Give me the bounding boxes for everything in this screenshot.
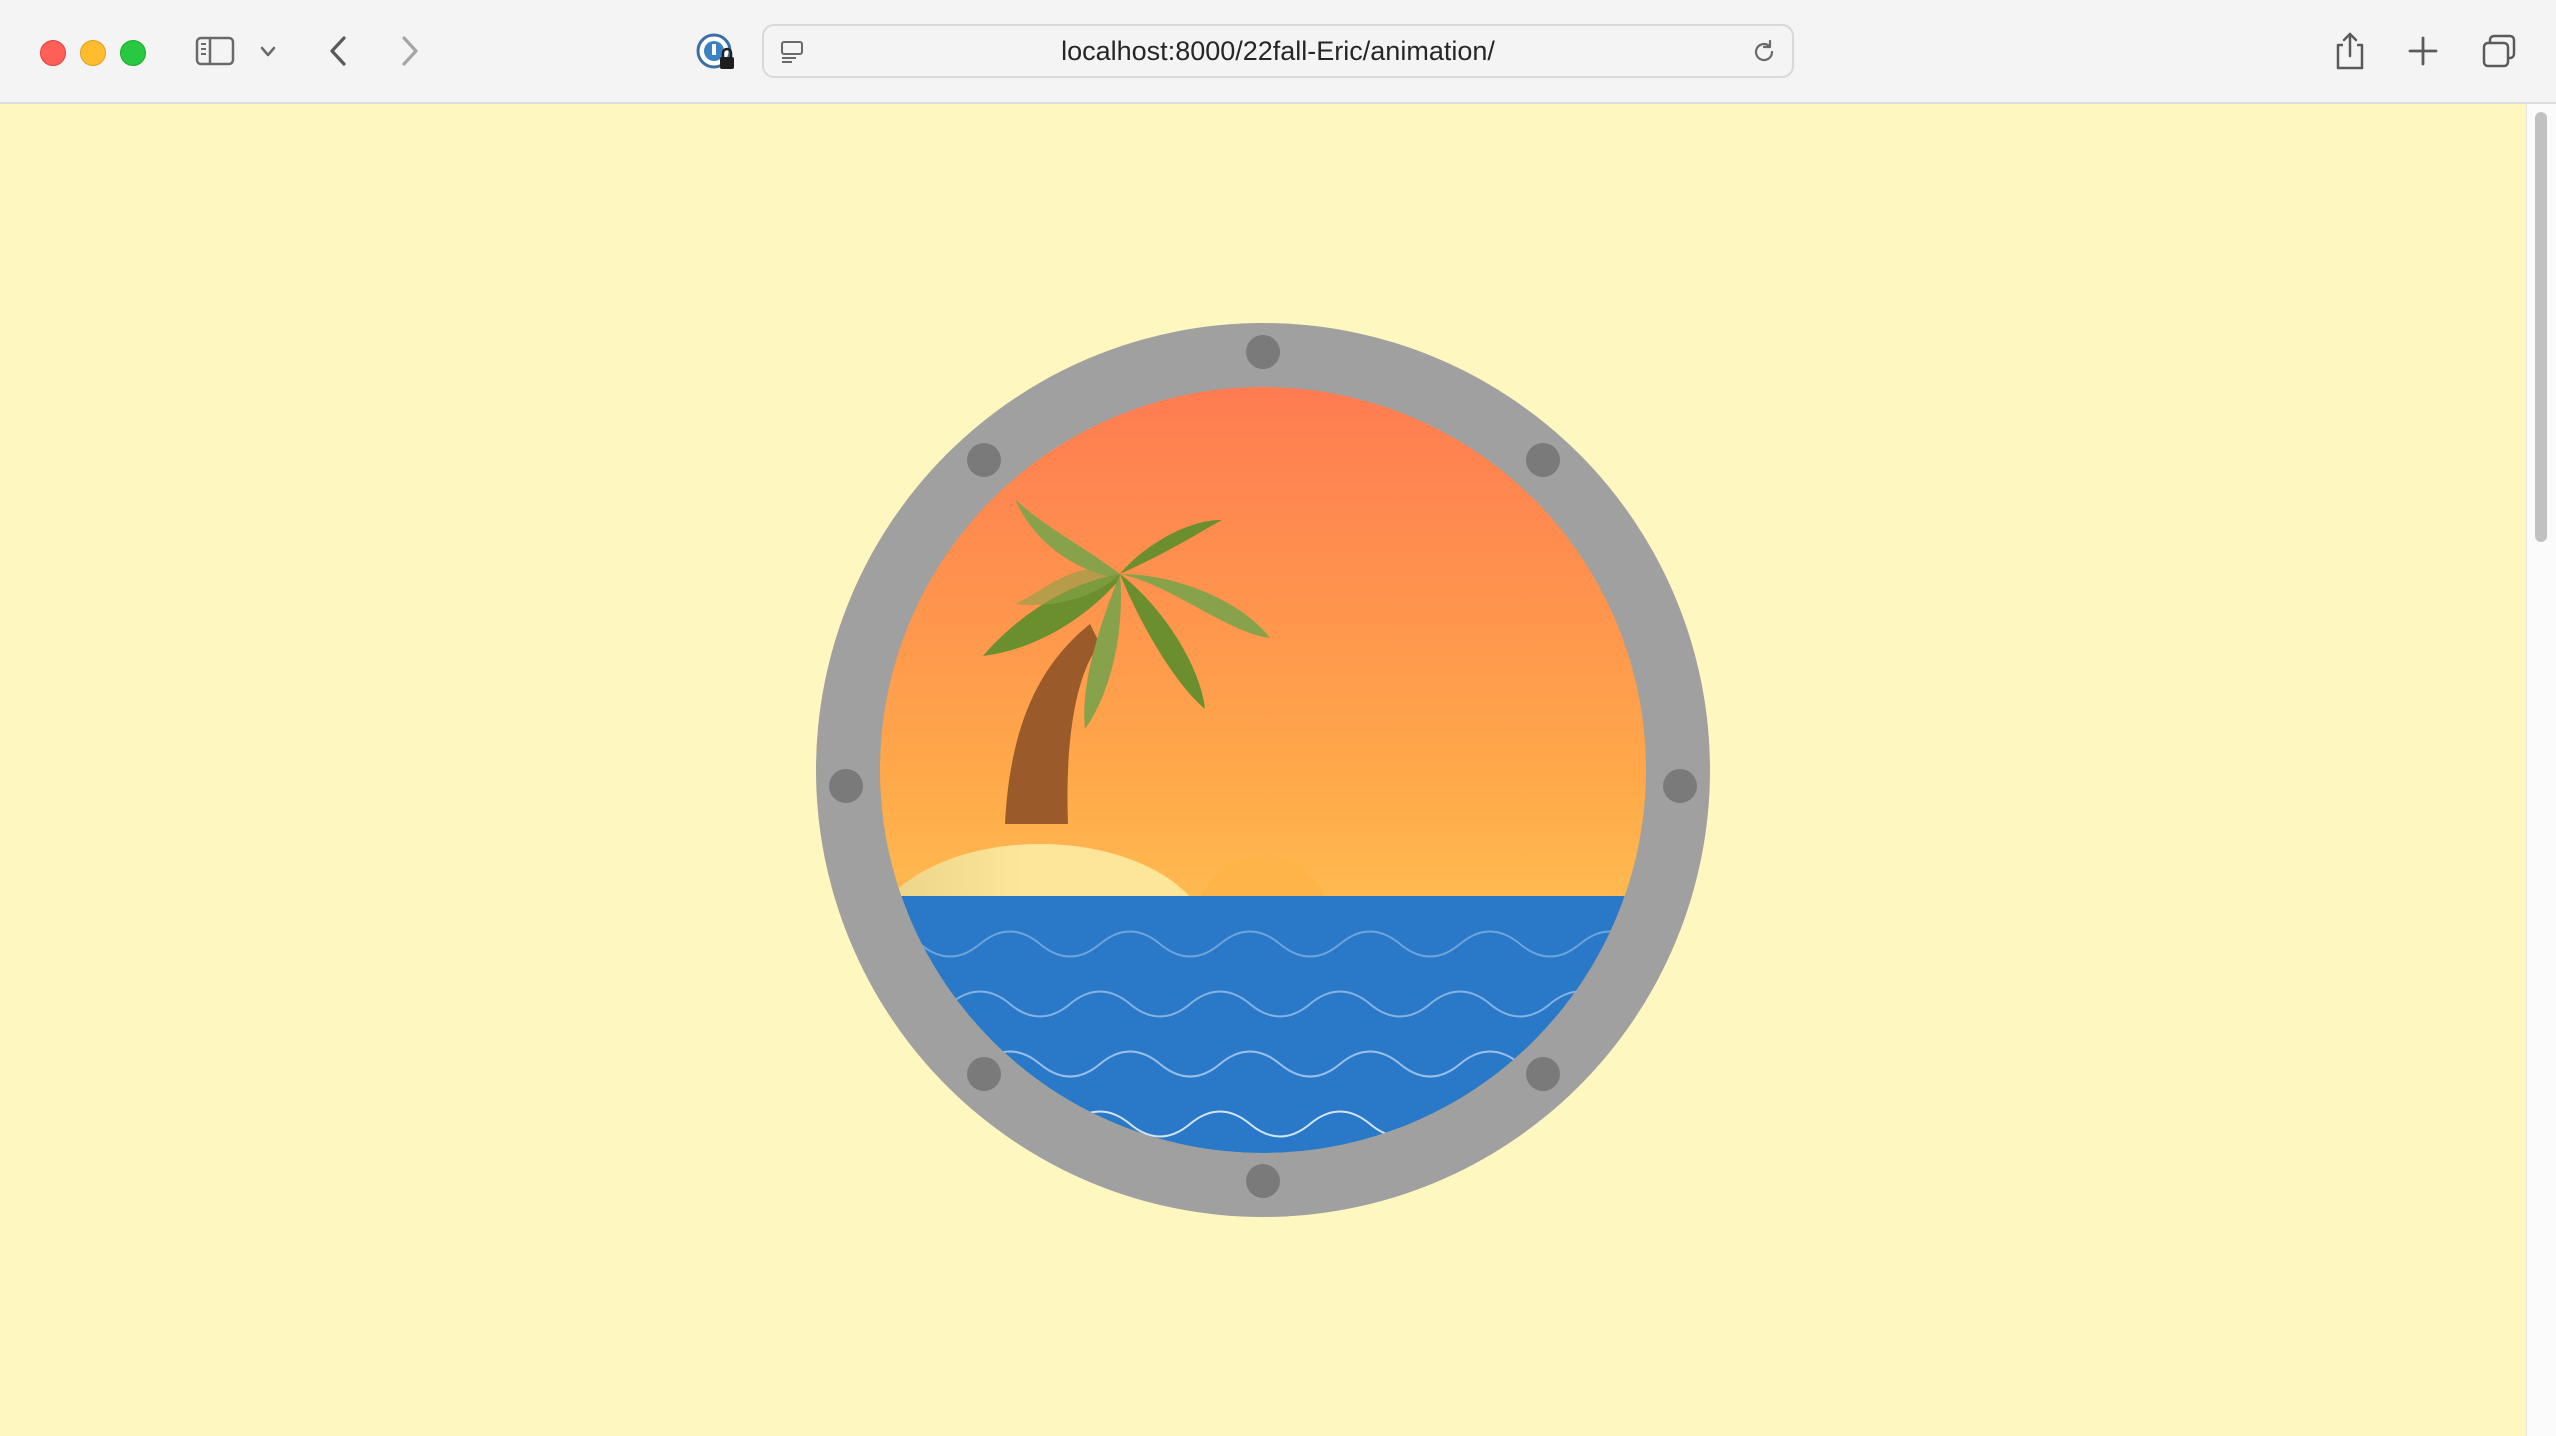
sidebar-toggle-button[interactable] [194, 34, 236, 68]
bolt [1246, 335, 1280, 369]
vertical-scrollbar[interactable] [2526, 104, 2556, 1436]
browser-toolbar: localhost:8000/22fall-Eric/animation/ [0, 0, 2556, 104]
tab-overview-button[interactable] [2480, 32, 2518, 70]
zoom-window-button[interactable] [120, 40, 146, 66]
share-button[interactable] [2332, 30, 2368, 72]
password-manager-button[interactable] [694, 30, 738, 74]
minimize-window-button[interactable] [80, 40, 106, 66]
chevron-down-icon [260, 46, 276, 57]
share-icon [2336, 32, 2364, 70]
plus-icon [2408, 36, 2438, 66]
address-bar[interactable]: localhost:8000/22fall-Eric/animation/ [762, 24, 1794, 78]
url-text[interactable]: localhost:8000/22fall-Eric/animation/ [764, 26, 1792, 76]
porthole-scene [816, 323, 1710, 1217]
bolt [1526, 443, 1560, 477]
bolt [829, 769, 863, 803]
tab-group-menu-button[interactable] [256, 40, 280, 64]
sidebar-icon [195, 36, 235, 66]
bolt [1246, 1164, 1280, 1198]
reload-icon[interactable] [1750, 38, 1778, 66]
new-tab-button[interactable] [2406, 34, 2440, 68]
forward-button[interactable] [394, 32, 426, 70]
page-content [0, 104, 2526, 1436]
bolt [967, 443, 1001, 477]
bolt [1526, 1057, 1560, 1091]
bolt [1663, 769, 1697, 803]
back-button[interactable] [322, 32, 354, 70]
bolt [967, 1057, 1001, 1091]
password-lock-icon [696, 33, 734, 69]
scrollbar-thumb[interactable] [2535, 112, 2547, 542]
back-arrow-icon [330, 36, 346, 66]
tab-overview-icon [2482, 34, 2516, 68]
forward-arrow-icon [402, 36, 418, 66]
close-window-button[interactable] [40, 40, 66, 66]
